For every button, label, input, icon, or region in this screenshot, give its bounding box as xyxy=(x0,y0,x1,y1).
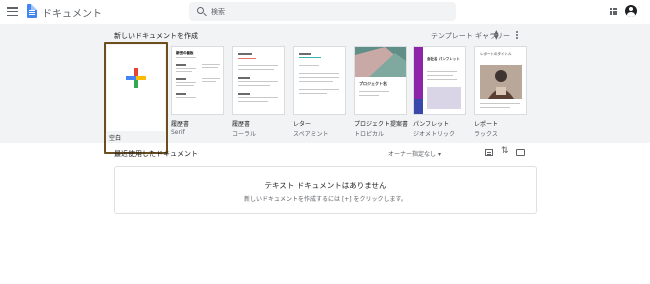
template-project-proposal[interactable]: プロジェクト名 プロジェクト提案書 トロピカル xyxy=(354,46,409,138)
template-name: プロジェクト提案書 xyxy=(354,121,409,128)
template-style: ラックス xyxy=(474,131,498,138)
empty-state-hint: 新しいドキュメントを作成するには [+] をクリックします。 xyxy=(244,196,407,203)
list-view-icon[interactable] xyxy=(485,149,493,156)
search-placeholder: 検索 xyxy=(211,8,225,16)
new-document-heading: 新しいドキュメントを作成 xyxy=(114,32,198,40)
search-icon[interactable] xyxy=(197,7,204,14)
template-name: 空白 xyxy=(109,135,122,142)
template-report[interactable]: レポートのタイトル レポート ラックス xyxy=(474,46,527,138)
folder-icon[interactable] xyxy=(516,149,525,156)
template-name: 履歴書 xyxy=(171,121,190,128)
template-blank[interactable]: 空白 xyxy=(104,42,168,154)
template-thumbnail: 新田の看板 xyxy=(171,46,224,115)
app-title[interactable]: ドキュメント xyxy=(42,5,102,20)
app-header: ドキュメント 検索 xyxy=(0,0,650,24)
template-thumbnail: 会社名 パンフレット xyxy=(413,46,466,115)
template-brochure[interactable]: 会社名 パンフレット パンフレット ジオメトリック xyxy=(413,46,466,138)
thumbnail-heading: レポートのタイトル xyxy=(480,52,512,56)
template-style: ジオメトリック xyxy=(413,131,456,138)
empty-state-panel: テキスト ドキュメントはありません 新しいドキュメントを作成するには [+] を… xyxy=(114,166,537,214)
empty-state-title: テキスト ドキュメントはありません xyxy=(264,181,387,190)
dropdown-arrow-icon: ▾ xyxy=(437,151,441,158)
template-style: コーラル xyxy=(232,131,257,138)
google-apps-icon[interactable] xyxy=(610,8,617,15)
template-thumbnail: プロジェクト名 xyxy=(354,46,407,115)
unfold-icon[interactable]: ▲ ▼ xyxy=(494,30,499,41)
template-letter-spearmint[interactable]: レター スペアミント xyxy=(293,46,346,138)
template-resume-serif[interactable]: 新田の看板 履歴書 Serif xyxy=(171,46,224,136)
template-name: レター xyxy=(293,121,312,128)
template-thumbnail xyxy=(293,46,346,115)
owner-filter-label: オーナー指定なし xyxy=(388,151,437,158)
search-input[interactable]: 検索 xyxy=(189,2,456,21)
template-name: パンフレット xyxy=(413,121,450,128)
template-style: Serif xyxy=(171,129,185,136)
account-avatar[interactable] xyxy=(625,5,637,17)
sort-az-icon[interactable]: ⇅ xyxy=(501,147,509,156)
template-thumbnail xyxy=(107,45,165,131)
template-thumbnail xyxy=(232,46,285,115)
report-photo xyxy=(480,65,522,99)
template-style: スペアミント xyxy=(293,131,329,138)
template-style: トロピカル xyxy=(354,131,385,138)
thumbnail-heading: 新田の看板 xyxy=(176,51,194,55)
template-name: 履歴書 xyxy=(232,121,251,128)
tropical-graphic xyxy=(355,47,406,77)
thumbnail-heading: 会社名 パンフレット xyxy=(427,57,460,61)
template-thumbnail: レポートのタイトル xyxy=(474,46,527,115)
template-gallery: 新しいドキュメントを作成 テンプレート ギャラリー ▲ ▼ 空白 新田の看板 履… xyxy=(0,24,650,154)
template-name: レポート xyxy=(474,121,499,128)
docs-logo-icon[interactable] xyxy=(27,4,37,18)
thumbnail-heading: プロジェクト名 xyxy=(359,81,387,86)
more-options-icon[interactable] xyxy=(516,31,518,39)
main-menu-icon[interactable] xyxy=(7,6,18,17)
recent-documents-heading: 最近使用したドキュメント xyxy=(114,150,198,158)
template-resume-coral[interactable]: 履歴書 コーラル xyxy=(232,46,285,138)
plus-icon xyxy=(126,68,146,88)
owner-filter-dropdown[interactable]: オーナー指定なし ▾ xyxy=(388,149,441,158)
